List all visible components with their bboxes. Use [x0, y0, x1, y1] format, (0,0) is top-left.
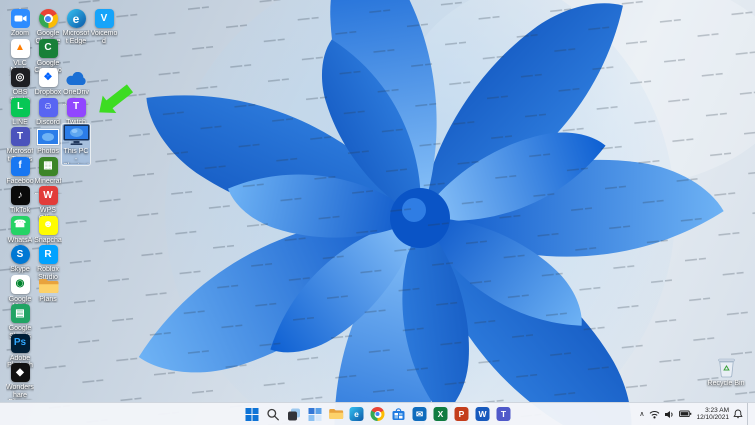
volume-icon[interactable]: [664, 406, 675, 422]
sheets-icon: ▤: [6, 302, 34, 323]
teams-icon: T: [6, 125, 34, 146]
notification-bell-icon[interactable]: [733, 406, 743, 422]
taskbar-button-teams[interactable]: T: [495, 406, 512, 423]
network-icon[interactable]: [649, 406, 660, 422]
icon-label: This PC - Shortcut: [63, 148, 89, 164]
classroom-icon: C: [34, 37, 62, 58]
taskbar-button-search[interactable]: [264, 406, 281, 423]
meet-icon: ◉: [6, 273, 34, 294]
tray-date: 12/10/2021: [696, 414, 729, 421]
desktop: Zoom▲ VLC Media Player◎ OBS StudioL LINE…: [0, 0, 755, 425]
whatsapp-icon: ☎: [6, 214, 34, 235]
recycle-bin-icon: [706, 355, 746, 378]
line-icon: L: [6, 96, 34, 117]
desktop-icon-plans-folder[interactable]: Plans: [34, 272, 62, 305]
desktop-icon-dropbox[interactable]: ❖ Dropbox: [34, 65, 62, 98]
desktop-icon-grid: Zoom▲ VLC Media Player◎ OBS StudioL LINE…: [0, 0, 755, 425]
roblox-icon: R: [34, 243, 62, 264]
taskbar-button-task-view[interactable]: [285, 406, 302, 423]
obs-icon: ◎: [6, 66, 34, 87]
taskbar: e ✉ X P W T ∧ 3:23 AM 12/10/2021: [0, 402, 755, 425]
filmora-icon: ◆: [6, 361, 34, 382]
desktop-icon-discord[interactable]: ☺ Discord: [34, 95, 62, 128]
taskbar-button-store[interactable]: [390, 406, 407, 423]
skype-icon: S: [6, 243, 34, 264]
taskbar-clock[interactable]: 3:23 AM 12/10/2021: [696, 407, 729, 422]
facebook-icon: f: [6, 155, 34, 176]
desktop-icon-edge[interactable]: e Microsoft Edge: [62, 6, 90, 46]
icon-label: Voicemod: [90, 30, 118, 45]
desktop-icon-twitch[interactable]: T Twitch: [62, 95, 90, 128]
annotation-arrow-icon: [99, 84, 134, 113]
chrome-icon: [34, 7, 62, 28]
taskbar-button-widgets[interactable]: [306, 406, 323, 423]
desktop-icon-recycle-bin[interactable]: Recycle Bin: [706, 354, 746, 389]
desktop-icon-skype[interactable]: S Skype: [6, 242, 34, 275]
plans-folder-icon: [34, 273, 62, 294]
battery-icon[interactable]: [679, 406, 692, 422]
show-desktop-button[interactable]: [747, 403, 751, 425]
desktop-icon-zoom[interactable]: Zoom: [6, 6, 34, 39]
tray-chevron-up-icon[interactable]: ∧: [638, 411, 645, 418]
icon-label: Microsoft Edge: [62, 30, 90, 45]
desktop-icon-photos[interactable]: Photos: [34, 124, 62, 157]
taskbar-button-powerpoint[interactable]: P: [453, 406, 470, 423]
desktop-icon-voicemod[interactable]: V Voicemod: [90, 6, 118, 46]
desktop-icon-tiktok[interactable]: ♪ TikTok: [6, 183, 34, 216]
taskbar-button-edge[interactable]: e: [348, 406, 365, 423]
taskbar-button-word[interactable]: W: [474, 406, 491, 423]
snapchat-icon: ☻: [34, 214, 62, 235]
twitch-icon: T: [62, 96, 90, 117]
tiktok-icon: ♪: [6, 184, 34, 205]
zoom-icon: [6, 7, 34, 28]
icon-label: Wondershare Filmora: [6, 384, 34, 400]
taskbar-button-excel[interactable]: X: [432, 406, 449, 423]
edge-icon: e: [62, 7, 90, 28]
system-tray: ∧ 3:23 AM 12/10/2021: [638, 403, 751, 425]
this-pc-icon: [62, 124, 90, 146]
desktop-icon-line[interactable]: L LINE: [6, 95, 34, 128]
wps-icon: W: [34, 184, 62, 205]
annotation-arrow-shape: [99, 84, 134, 113]
taskbar-button-start[interactable]: [243, 406, 260, 423]
taskbar-app-buttons: e ✉ X P W T: [243, 403, 512, 425]
photoshop-icon: Ps: [6, 332, 34, 353]
discord-icon: ☺: [34, 96, 62, 117]
desktop-icon-filmora[interactable]: ◆ Wondershare Filmora: [6, 360, 34, 401]
voicemod-icon: V: [90, 7, 118, 28]
vlc-icon: ▲: [6, 37, 34, 58]
tray-time: 3:23 AM: [705, 406, 729, 414]
icon-label: Plans: [39, 295, 57, 303]
taskbar-button-file-explorer[interactable]: [327, 406, 344, 423]
minecraft-edu-icon: ▦: [34, 155, 62, 176]
taskbar-button-mail[interactable]: ✉: [411, 406, 428, 423]
photos-icon: [34, 125, 62, 146]
desktop-icon-this-pc[interactable]: This PC - Shortcut: [61, 123, 91, 166]
icon-label: Recycle Bin: [707, 380, 745, 387]
dropbox-icon: ❖: [34, 66, 62, 87]
onedrive-icon: [62, 66, 90, 87]
taskbar-button-chrome[interactable]: [369, 406, 386, 423]
